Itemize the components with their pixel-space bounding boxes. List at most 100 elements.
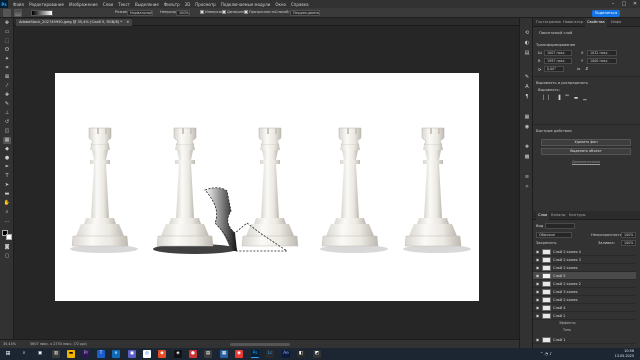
menu-image[interactable]: Изображение [69,2,98,7]
app-icon[interactable]: ▤ [204,350,212,358]
gradient-tool-icon[interactable] [14,9,22,17]
patterns-panel-icon[interactable]: ▩ [523,154,531,161]
layer-row[interactable]: ◉ Слой 4 [533,304,636,312]
file-explorer-icon[interactable]: ▬ [67,350,75,358]
windows-start-icon[interactable]: ⊞ [4,350,12,358]
marquee-tool-icon[interactable]: ⬚ [3,38,11,45]
adjustments-panel-icon[interactable]: ◐ [523,40,531,47]
channels-panel-icon[interactable]: ≋ [523,174,531,181]
tab-properties[interactable]: Свойства [585,18,607,27]
app-icon[interactable]: ◉ [235,350,243,358]
layer-opacity-field[interactable]: 100% [621,232,636,238]
quick-actions-title[interactable]: Быстрые действия [536,129,572,133]
tab-navigator[interactable]: Навигатор [563,18,583,27]
tab-paths[interactable]: Контуры [569,211,585,220]
transparency-checkbox[interactable]: Прозрачность [244,9,275,16]
visibility-eye-icon[interactable]: ◉ [535,289,540,295]
color-panel-icon[interactable]: ◉ [523,124,531,131]
paths-panel-icon[interactable]: ✧ [523,184,531,191]
type-tool-icon[interactable]: T [3,173,11,180]
transform-section-title[interactable]: Трансформирование [536,43,575,47]
tab-layers[interactable]: Слои [536,211,550,220]
remove-background-button[interactable]: Удалить фон [541,139,631,146]
angle-field[interactable]: 0,00° [544,66,564,72]
opacity-field[interactable]: 100% [176,9,190,16]
width-field[interactable]: 1007 пикс. [544,50,572,56]
app-icon[interactable]: ◼ [128,350,136,358]
screen-mode-icon[interactable]: ▢ [3,253,11,260]
y-field[interactable]: 1000 пикс. [587,58,617,64]
select-subject-button[interactable]: Выделить объект [541,148,631,155]
visibility-eye-icon[interactable]: ◉ [535,305,540,311]
document-tab[interactable]: AdobeStock_202749950.jpeg @ 35,4% (Слой … [16,19,133,26]
layer-row[interactable]: ◉ Слой 2 копия [533,264,636,272]
eyedropper-tool-icon[interactable]: ⁄ [3,83,11,90]
pen-tool-icon[interactable]: ✒ [3,164,11,171]
layer-filter-select[interactable] [545,223,575,229]
chrome-icon[interactable]: ◎ [143,350,151,358]
layer-row[interactable]: ◉ Слой 2 копия 2 [533,280,636,288]
menu-edit[interactable]: Редактирование [29,2,64,7]
edge-icon[interactable]: e [112,350,120,358]
more-tools-icon[interactable]: … [3,218,11,225]
menu-plugins[interactable]: Подключаемые модули [221,2,271,7]
brush-tool-icon[interactable]: ✎ [3,101,11,108]
visibility-eye-icon[interactable]: ◉ [535,297,540,303]
menu-help[interactable]: Справка [291,2,309,7]
close-tab-icon[interactable]: ✕ [126,20,129,24]
layer-row-selected[interactable]: ◉ Слой 5 [533,272,636,280]
history-brush-icon[interactable]: ↺ [3,119,11,126]
fill-field[interactable]: 100% [621,240,636,246]
layer-row[interactable]: ◉ Слой 2 [533,312,636,320]
app-icon[interactable]: Lr [266,350,274,358]
more-link[interactable]: Дополнительно [563,159,609,166]
maximize-button[interactable]: □ [619,0,629,8]
menu-filter[interactable]: Фильтр [164,2,180,7]
method-select[interactable]: Перцепционный [290,9,320,16]
shape-tool-icon[interactable]: ▬ [3,191,11,198]
gradient-tool-active-icon[interactable]: ▦ [3,137,11,144]
menu-type[interactable]: Текст [118,2,130,7]
app-icon[interactable]: Ae [282,350,290,358]
crop-tool-icon[interactable]: ⌗ [3,65,11,72]
effects-label[interactable]: Эффекты [559,320,575,326]
teams-icon[interactable]: T [97,350,105,358]
magic-wand-tool-icon[interactable]: ✦ [3,56,11,63]
menu-view[interactable]: Просмотр [195,2,216,7]
drop-shadow-label[interactable]: Тень [563,327,571,333]
menu-select[interactable]: Выделение [135,2,159,7]
layer-row[interactable]: ◉ Слой 1 [533,336,636,344]
tab-info[interactable]: Инфо [611,18,621,27]
dodge-tool-icon[interactable]: ● [3,155,11,162]
flip-vertical-icon[interactable]: ⇵ [585,66,588,71]
premiere-icon[interactable]: Pr [82,350,90,358]
mode-select[interactable]: Нормальный [127,9,153,16]
swatches-panel-icon[interactable]: ▦ [523,114,531,121]
layer-row[interactable]: ◉ Слой 3 копия [533,288,636,296]
stamp-tool-icon[interactable]: ⊥ [3,110,11,117]
visibility-eye-icon[interactable]: ◉ [535,313,540,319]
gradient-picker[interactable] [31,9,53,16]
search-icon[interactable]: ⌕ [20,350,28,358]
flip-horizontal-icon[interactable]: ⇋ [577,66,580,71]
align-section-title[interactable]: Выровнять и распределить [536,81,588,85]
history-panel-icon[interactable]: ⟲ [523,30,531,37]
home-icon[interactable] [3,9,11,17]
align-buttons-row[interactable]: ▕▏▐▔▬▁ [540,96,630,102]
app-icon[interactable]: ● [189,350,197,358]
horizontal-scrollbar[interactable] [230,343,290,346]
character-panel-icon[interactable]: A [523,84,531,91]
image-canvas[interactable] [55,73,479,301]
visibility-eye-icon[interactable]: ◉ [535,273,540,279]
artboard-tool-icon[interactable]: ▭ [3,29,11,36]
visibility-eye-icon[interactable]: ◉ [535,337,540,343]
visibility-eye-icon[interactable]: ◉ [535,281,540,287]
blur-tool-icon[interactable]: ◆ [3,146,11,153]
tab-histogram[interactable]: Гистограмма [536,18,561,27]
blend-mode-select[interactable]: Обычные [536,232,572,238]
libraries-panel-icon[interactable]: ▤ [523,50,531,57]
visibility-eye-icon[interactable]: ◉ [535,257,540,263]
lasso-tool-icon[interactable]: ʘ [3,47,11,54]
layer-row[interactable]: ◉ Слой 2 копия 3 [533,256,636,264]
x-field[interactable]: 1032 пикс. [587,50,617,56]
